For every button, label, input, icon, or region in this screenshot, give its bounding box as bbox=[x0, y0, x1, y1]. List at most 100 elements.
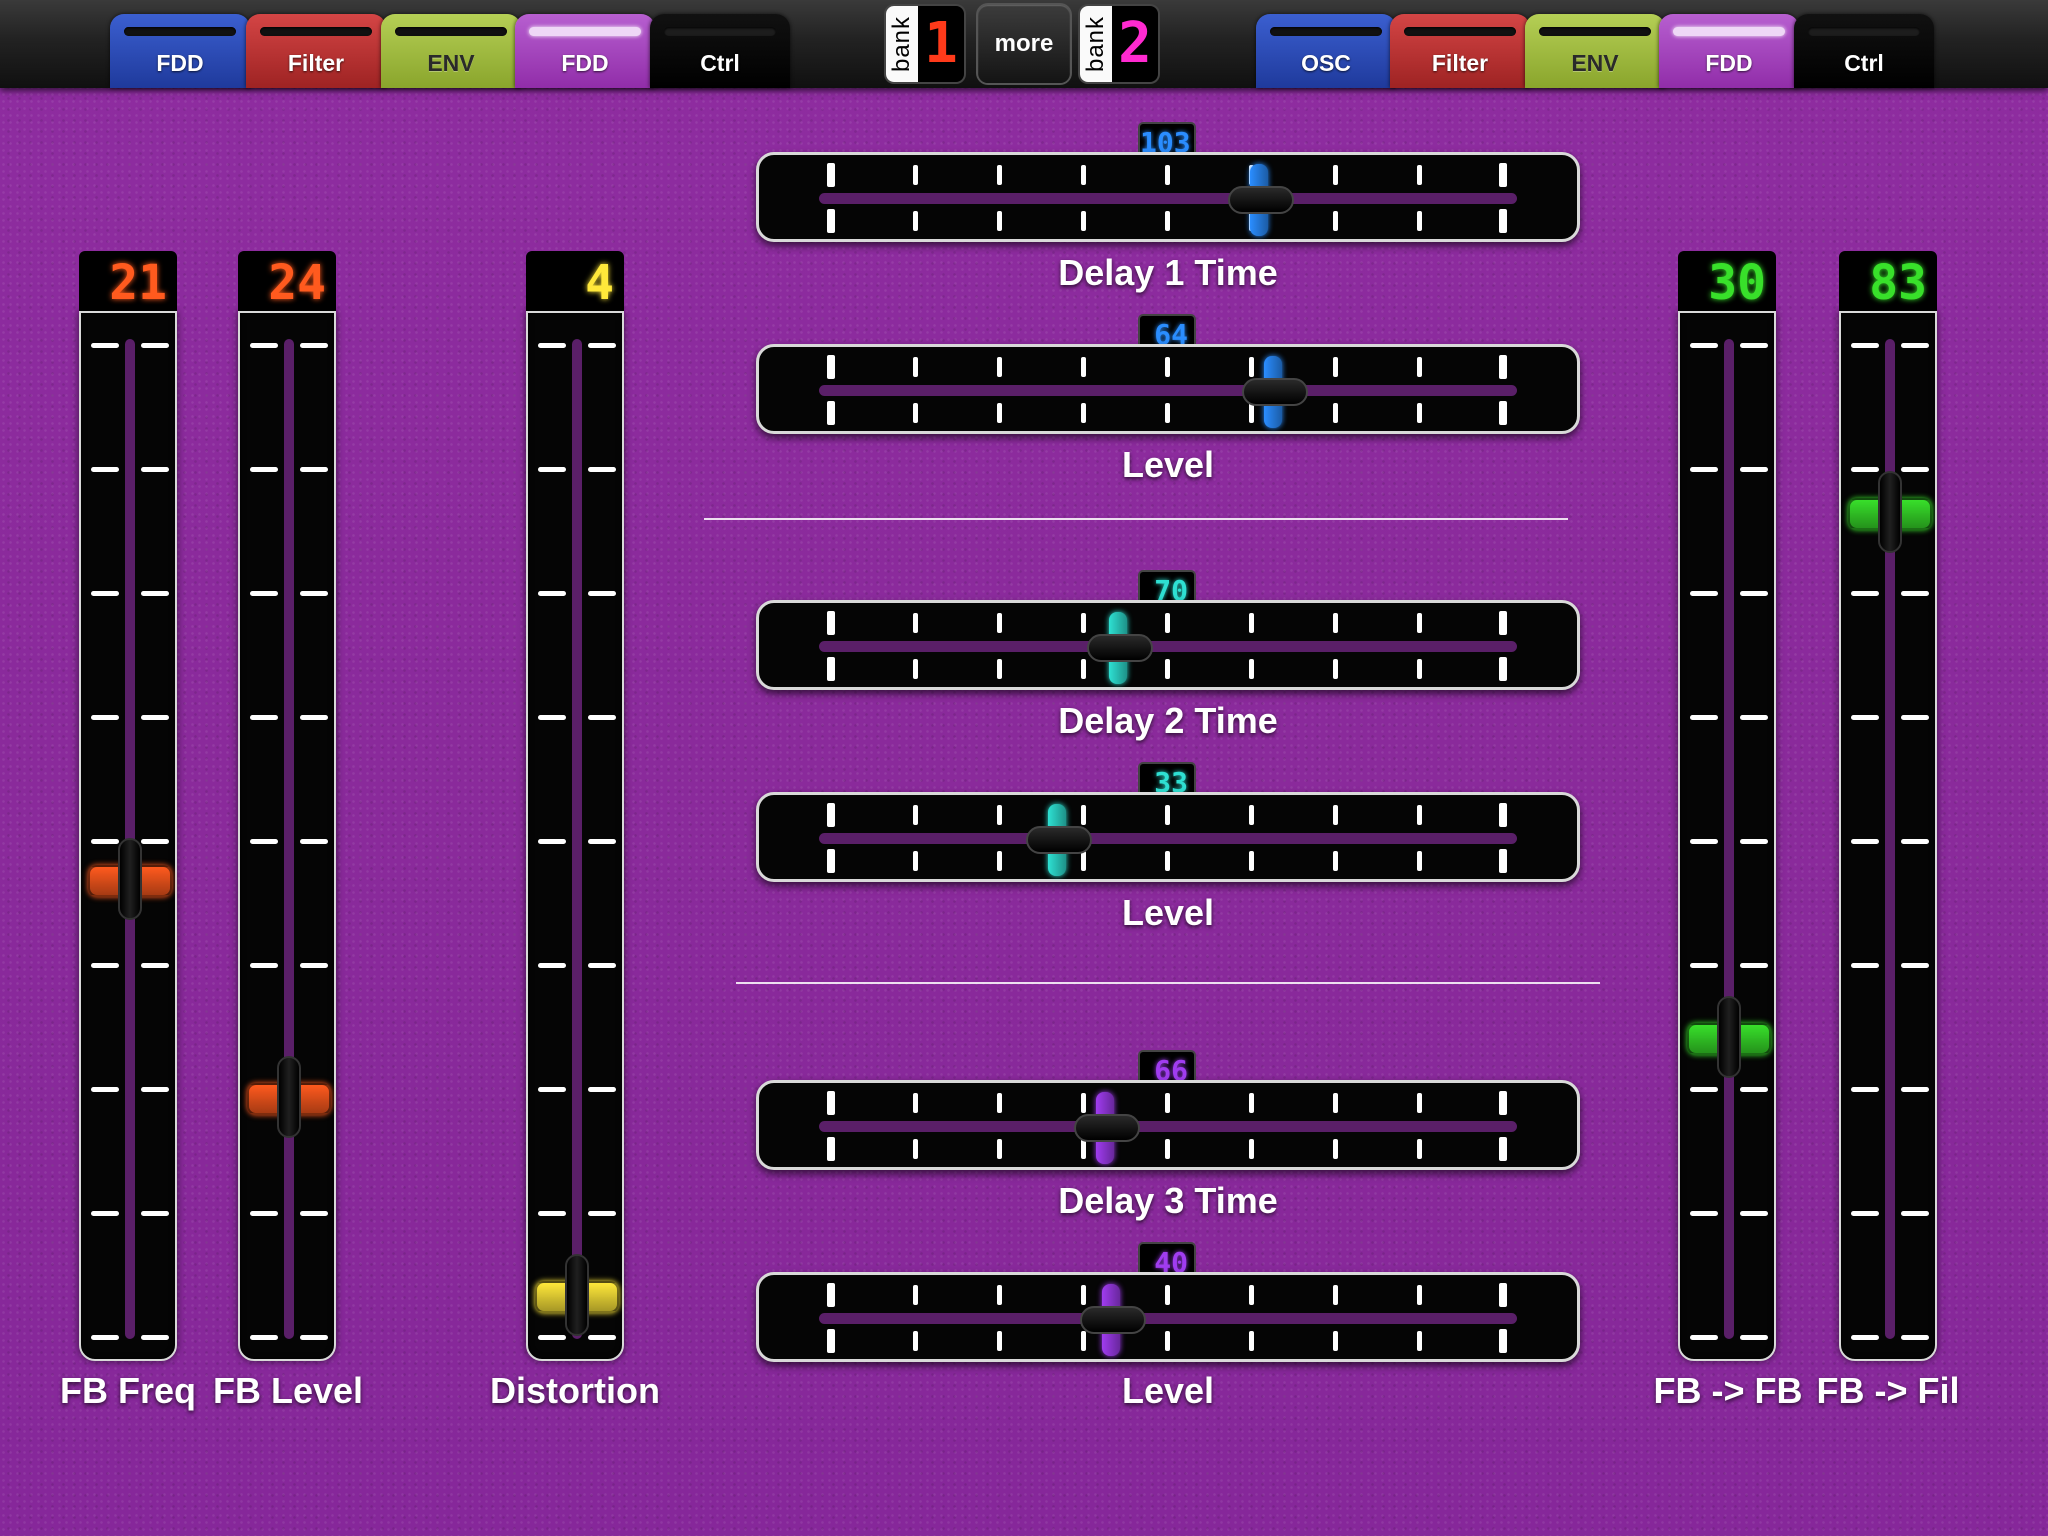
fb-freq-slider[interactable]: 21 bbox=[79, 251, 177, 1361]
slider-tick bbox=[1332, 1285, 1338, 1305]
distortion-slider[interactable]: 4 bbox=[526, 251, 624, 1361]
slider-tick bbox=[1499, 1283, 1507, 1307]
slider-tick bbox=[1416, 1139, 1422, 1159]
slider-tick bbox=[827, 1137, 835, 1161]
slider-handle[interactable] bbox=[1848, 470, 1932, 553]
handle-stem bbox=[1080, 1306, 1147, 1334]
slider-track[interactable] bbox=[756, 152, 1580, 242]
slider-groove bbox=[819, 193, 1517, 204]
tab-right-filter[interactable]: Filter bbox=[1390, 14, 1530, 88]
slider-tick bbox=[1499, 803, 1507, 827]
slider-tick bbox=[1332, 403, 1338, 423]
tab-right-ctrl[interactable]: Ctrl bbox=[1794, 14, 1934, 88]
slider-tick bbox=[91, 591, 169, 597]
tab-right-osc[interactable]: OSC bbox=[1256, 14, 1396, 88]
slider-tick bbox=[1080, 165, 1086, 185]
fb-to-fb-slider[interactable]: 30 bbox=[1678, 251, 1776, 1361]
slider-tick bbox=[827, 1329, 835, 1353]
bank-1-button[interactable]: bank 1 bbox=[886, 6, 964, 82]
slider-handle[interactable] bbox=[535, 1254, 619, 1337]
slider-handle[interactable] bbox=[88, 837, 172, 920]
slider-track[interactable] bbox=[238, 311, 336, 1361]
slider-tick bbox=[912, 357, 918, 377]
tab-label: Filter bbox=[1431, 50, 1489, 76]
slider-track[interactable] bbox=[1839, 311, 1937, 1361]
tab-label: FDD bbox=[561, 50, 609, 76]
slider-tick bbox=[538, 839, 616, 845]
value-display: 83 bbox=[1839, 251, 1937, 315]
slider-tick bbox=[1416, 211, 1422, 231]
slider-handle[interactable] bbox=[1228, 158, 1295, 238]
slider-tick bbox=[912, 613, 918, 633]
delay-2-time-label: Delay 2 Time bbox=[1058, 700, 1278, 741]
slider-track[interactable] bbox=[79, 311, 177, 1361]
tab-label: Ctrl bbox=[1844, 50, 1884, 76]
tab-left-fdd-2[interactable]: FDD bbox=[515, 14, 655, 88]
section-divider bbox=[736, 982, 1600, 984]
handle-stem bbox=[1086, 634, 1153, 662]
tab-right-env[interactable]: ENV bbox=[1525, 14, 1665, 88]
tab-indicator bbox=[1808, 27, 1920, 36]
slider-tick bbox=[1499, 1091, 1507, 1115]
slider-tick bbox=[1248, 1093, 1254, 1113]
slider-tick bbox=[1416, 1285, 1422, 1305]
handle-stem bbox=[1073, 1114, 1140, 1142]
slider-tick bbox=[1499, 209, 1507, 233]
tab-right-fdd[interactable]: FDD bbox=[1659, 14, 1799, 88]
slider-tick bbox=[1416, 805, 1422, 825]
slider-tick bbox=[827, 163, 835, 187]
handle-stem bbox=[565, 1254, 589, 1337]
slider-handle[interactable] bbox=[1241, 350, 1308, 430]
slider-handle[interactable] bbox=[1080, 1278, 1147, 1358]
slider-tick bbox=[1248, 805, 1254, 825]
slider-tick bbox=[1164, 357, 1170, 377]
slider-tick bbox=[1690, 1211, 1768, 1217]
slider-track[interactable] bbox=[526, 311, 624, 1361]
slider-tick bbox=[1851, 839, 1929, 845]
slider-handle[interactable] bbox=[1073, 1086, 1140, 1166]
slider-track[interactable] bbox=[756, 344, 1580, 434]
slider-tick bbox=[1164, 659, 1170, 679]
slider-tick bbox=[1499, 1329, 1507, 1353]
handle-stem bbox=[277, 1055, 301, 1138]
tab-left-ctrl[interactable]: Ctrl bbox=[650, 14, 790, 88]
slider-track[interactable] bbox=[756, 1272, 1580, 1362]
tab-label: ENV bbox=[1571, 50, 1619, 76]
fb-freq-label: FB Freq bbox=[59, 1370, 196, 1411]
slider-tick bbox=[1332, 165, 1338, 185]
slider-tick bbox=[1332, 1139, 1338, 1159]
value-display: 4 bbox=[526, 251, 624, 315]
tab-left-fdd-1[interactable]: FDD bbox=[110, 14, 250, 88]
fb-to-fil-slider[interactable]: 83 bbox=[1839, 251, 1937, 1361]
slider-tick bbox=[1332, 805, 1338, 825]
tab-indicator bbox=[395, 27, 507, 36]
slider-track[interactable] bbox=[756, 1080, 1580, 1170]
slider-handle[interactable] bbox=[1086, 606, 1153, 686]
slider-tick bbox=[538, 343, 616, 349]
fb-level-slider[interactable]: 24 bbox=[238, 251, 336, 1361]
slider-tick bbox=[1851, 343, 1929, 349]
tab-label: Filter bbox=[287, 50, 345, 76]
slider-handle[interactable] bbox=[247, 1055, 331, 1138]
slider-tick bbox=[1332, 613, 1338, 633]
slider-track[interactable] bbox=[756, 792, 1580, 882]
tab-left-filter[interactable]: Filter bbox=[246, 14, 386, 88]
slider-tick bbox=[1499, 355, 1507, 379]
delay-3-level-label: Level bbox=[1121, 1370, 1215, 1411]
tab-left-env[interactable]: ENV bbox=[381, 14, 521, 88]
slider-tick bbox=[1164, 1139, 1170, 1159]
bank-2-button[interactable]: bank 2 bbox=[1080, 6, 1158, 82]
slider-tick bbox=[1416, 165, 1422, 185]
slider-handle[interactable] bbox=[1026, 798, 1093, 878]
slider-tick bbox=[1248, 1285, 1254, 1305]
slider-tick bbox=[1416, 1093, 1422, 1113]
slider-tick bbox=[996, 357, 1002, 377]
slider-tick bbox=[1248, 851, 1254, 871]
slider-track[interactable] bbox=[756, 600, 1580, 690]
slider-track[interactable] bbox=[1678, 311, 1776, 1361]
slider-handle[interactable] bbox=[1687, 996, 1771, 1079]
slider-tick bbox=[827, 657, 835, 681]
slider-tick bbox=[1332, 357, 1338, 377]
more-button[interactable]: more bbox=[978, 5, 1070, 83]
tab-label: FDD bbox=[1705, 50, 1753, 76]
